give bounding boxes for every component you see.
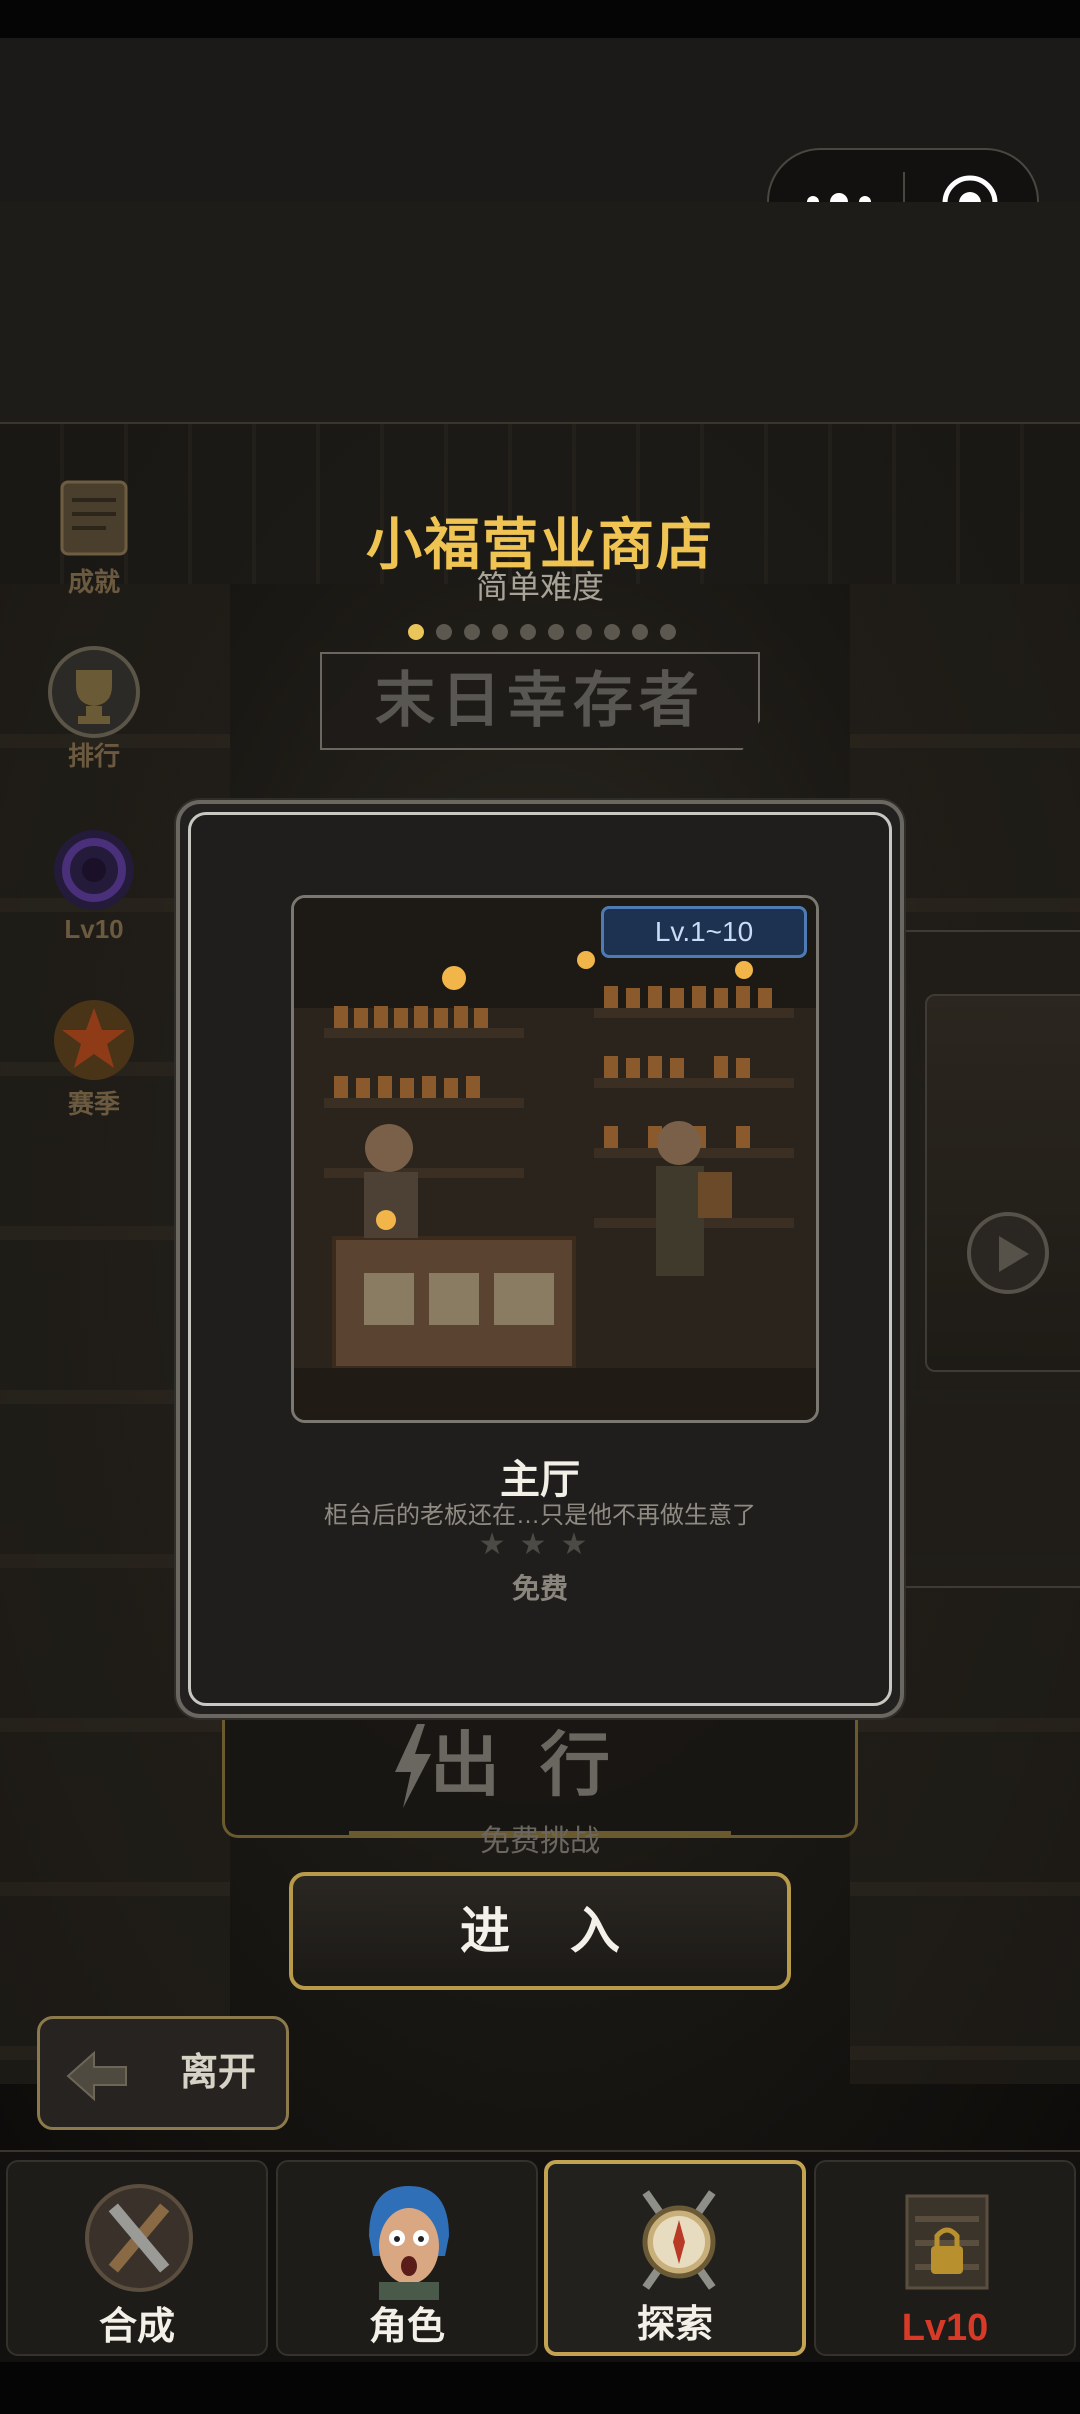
depart-label: 出行	[430, 1726, 650, 1804]
page-dot	[408, 624, 424, 640]
leave-button-label: 离开	[180, 2052, 257, 2094]
page-dot	[632, 624, 648, 640]
shop-illustration	[294, 898, 816, 1420]
tab-crafting-label: 合成	[98, 2306, 175, 2348]
vortex-icon	[54, 830, 134, 910]
leave-button[interactable]: 离开	[37, 2016, 289, 2130]
currency-bar: 0 2026 G 1732	[0, 202, 1080, 558]
tab-character-label: 角色	[368, 2306, 445, 2348]
page-dot	[492, 624, 508, 640]
character-portrait-icon	[369, 2186, 449, 2300]
page-dot	[576, 624, 592, 640]
tab-locked-shop-label: Lv10	[901, 2307, 989, 2349]
free-challenge-label: 免费挑战	[480, 1825, 600, 1858]
tab-crafting[interactable]: 合成	[6, 2160, 268, 2356]
side-level[interactable]: Lv10	[36, 820, 152, 950]
play-icon[interactable]	[967, 1212, 1049, 1294]
side-ranking[interactable]: 排行	[36, 642, 152, 772]
page-dot	[436, 624, 452, 640]
locked-shop-icon	[905, 2194, 989, 2290]
bottom-nav: 合成 角色 探索 Lv10	[0, 2150, 1080, 2362]
next-room-image	[925, 994, 1080, 1372]
room-description: 柜台后的老板还在…只是他不再做生意了	[324, 1502, 756, 1529]
page-dot	[520, 624, 536, 640]
home-indicator-area	[0, 2362, 1080, 2414]
room-cost: 免费	[511, 1573, 568, 1604]
side-season-label: 赛季	[67, 1089, 120, 1119]
room-card[interactable]: Lv.1~10 主厅 柜台后的老板还在…只是他不再做生意了 ★★★ 免费	[176, 800, 904, 1718]
difficulty-label: 简单难度	[475, 569, 604, 605]
mode-banner-label: 末日幸存者	[375, 667, 705, 734]
tab-locked-shop[interactable]: Lv10	[814, 2160, 1076, 2356]
page-dot	[548, 624, 564, 640]
status-bar	[0, 0, 1080, 38]
page-dot	[604, 624, 620, 640]
room-image: Lv.1~10	[291, 895, 819, 1423]
level-range-badge: Lv.1~10	[601, 906, 807, 958]
room-card-frame: Lv.1~10 主厅 柜台后的老板还在…只是他不再做生意了 ★★★ 免费	[188, 812, 892, 1706]
difficulty-stars: ★★★	[478, 1528, 602, 1561]
side-ranking-label: 排行	[67, 741, 120, 771]
tab-explore[interactable]: 探索	[544, 2160, 806, 2356]
page-dot	[464, 624, 480, 640]
enter-button[interactable]: 进入	[289, 1872, 791, 1990]
mode-banner: 末日幸存者	[320, 652, 760, 750]
star-badge-icon	[54, 1000, 134, 1080]
page-indicator	[408, 624, 676, 640]
page-dot	[660, 624, 676, 640]
crafting-tools-icon	[85, 2184, 193, 2292]
trophy-icon	[48, 646, 140, 738]
side-level-label: Lv10	[64, 914, 124, 944]
back-arrow-icon	[66, 2050, 127, 2102]
tab-character[interactable]: 角色	[276, 2160, 538, 2356]
compass-swords-icon	[642, 2190, 716, 2290]
tab-explore-label: 探索	[636, 2304, 713, 2346]
side-season[interactable]: 赛季	[36, 990, 152, 1120]
